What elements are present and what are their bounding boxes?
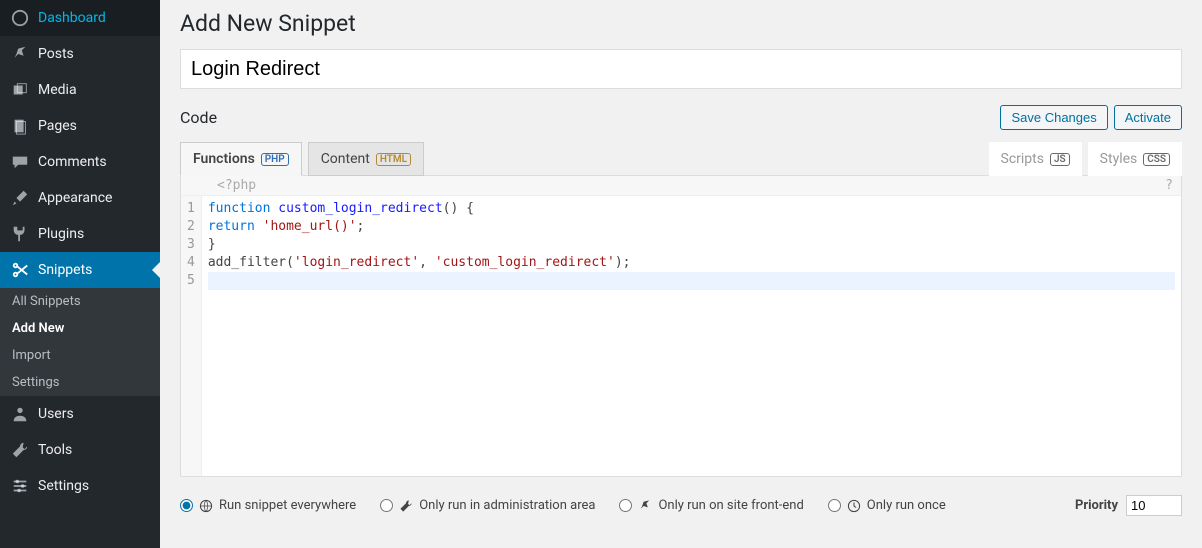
dashboard-icon xyxy=(10,8,30,28)
sidebar-label: Media xyxy=(38,82,77,98)
sidebar-label: Dashboard xyxy=(38,10,106,26)
badge-html: HTML xyxy=(376,153,411,166)
badge-css: CSS xyxy=(1143,153,1170,166)
sidebar-item-plugins[interactable]: Plugins xyxy=(0,216,160,252)
tab-label: Styles xyxy=(1100,151,1138,167)
sidebar-item-dashboard[interactable]: Dashboard xyxy=(0,0,160,36)
snippet-title-input[interactable] xyxy=(180,49,1182,89)
priority-input[interactable] xyxy=(1126,495,1182,516)
subitem-settings[interactable]: Settings xyxy=(0,369,160,396)
sliders-icon xyxy=(10,476,30,496)
sidebar-item-posts[interactable]: Posts xyxy=(0,36,160,72)
tab-label: Content xyxy=(321,151,370,167)
media-icon xyxy=(10,80,30,100)
priority-field: Priority xyxy=(1075,495,1182,516)
globe-icon xyxy=(199,499,213,513)
tab-scripts: Scripts JS xyxy=(989,142,1082,176)
subitem-import[interactable]: Import xyxy=(0,342,160,369)
comments-icon xyxy=(10,152,30,172)
code-section-label: Code xyxy=(180,108,217,127)
sidebar-label: Appearance xyxy=(38,190,112,206)
clock-icon xyxy=(847,499,861,513)
sidebar-label: Tools xyxy=(38,442,72,458)
sidebar-item-appearance[interactable]: Appearance xyxy=(0,180,160,216)
subitem-add-new[interactable]: Add New xyxy=(0,315,160,342)
sidebar-item-comments[interactable]: Comments xyxy=(0,144,160,180)
scissors-icon xyxy=(10,260,30,280)
tab-content[interactable]: Content HTML xyxy=(308,142,424,176)
tab-functions[interactable]: Functions PHP xyxy=(180,142,302,176)
run-once-radio[interactable] xyxy=(828,499,841,512)
badge-php: PHP xyxy=(261,153,289,166)
tab-label: Scripts xyxy=(1001,151,1044,167)
wrench-icon xyxy=(399,499,413,513)
sidebar-item-users[interactable]: Users xyxy=(0,396,160,432)
sidebar-label: Pages xyxy=(38,118,77,134)
code-editor[interactable]: <?php ? 1 2 3 4 5 function custom_login_… xyxy=(180,175,1182,477)
sidebar-label: Settings xyxy=(38,478,89,494)
page-icon xyxy=(10,116,30,136)
tab-styles: Styles CSS xyxy=(1088,142,1182,176)
pin-icon xyxy=(10,44,30,64)
editor-code[interactable]: function custom_login_redirect() { retur… xyxy=(202,196,1181,476)
badge-js: JS xyxy=(1050,153,1070,166)
run-everywhere-option[interactable]: Run snippet everywhere xyxy=(180,498,356,513)
sidebar-label: Comments xyxy=(38,154,107,170)
activate-button[interactable]: Activate xyxy=(1114,105,1182,130)
run-options-row: Run snippet everywhere Only run in admin… xyxy=(180,495,1182,516)
run-frontend-radio[interactable] xyxy=(619,499,632,512)
sidebar-label: Users xyxy=(38,406,74,422)
brush-icon xyxy=(10,188,30,208)
sidebar-subitems: All Snippets Add New Import Settings xyxy=(0,288,160,396)
run-admin-option[interactable]: Only run in administration area xyxy=(380,498,595,513)
subitem-all-snippets[interactable]: All Snippets xyxy=(0,288,160,315)
main-content: Add New Snippet Code Save Changes Activa… xyxy=(160,0,1202,548)
page-title: Add New Snippet xyxy=(180,10,1182,37)
sidebar-item-settings[interactable]: Settings xyxy=(0,468,160,504)
editor-help-icon[interactable]: ? xyxy=(1165,178,1173,193)
tab-label: Functions xyxy=(193,151,255,167)
run-everywhere-radio[interactable] xyxy=(180,499,193,512)
admin-sidebar: Dashboard Posts Media Pages Comments App… xyxy=(0,0,160,548)
sidebar-label: Snippets xyxy=(38,262,92,278)
wrench-icon xyxy=(10,440,30,460)
run-admin-radio[interactable] xyxy=(380,499,393,512)
sidebar-item-pages[interactable]: Pages xyxy=(0,108,160,144)
run-frontend-option[interactable]: Only run on site front-end xyxy=(619,498,803,513)
sidebar-label: Posts xyxy=(38,46,74,62)
user-icon xyxy=(10,404,30,424)
sidebar-label: Plugins xyxy=(38,226,84,242)
plug-icon xyxy=(10,224,30,244)
save-changes-button[interactable]: Save Changes xyxy=(1000,105,1107,130)
sidebar-item-snippets[interactable]: Snippets xyxy=(0,252,160,288)
priority-label: Priority xyxy=(1075,498,1118,513)
pin-icon xyxy=(638,499,652,513)
editor-opener: <?php ? xyxy=(181,176,1181,196)
run-once-option[interactable]: Only run once xyxy=(828,498,946,513)
sidebar-item-tools[interactable]: Tools xyxy=(0,432,160,468)
sidebar-item-media[interactable]: Media xyxy=(0,72,160,108)
editor-gutter: 1 2 3 4 5 xyxy=(181,196,202,476)
